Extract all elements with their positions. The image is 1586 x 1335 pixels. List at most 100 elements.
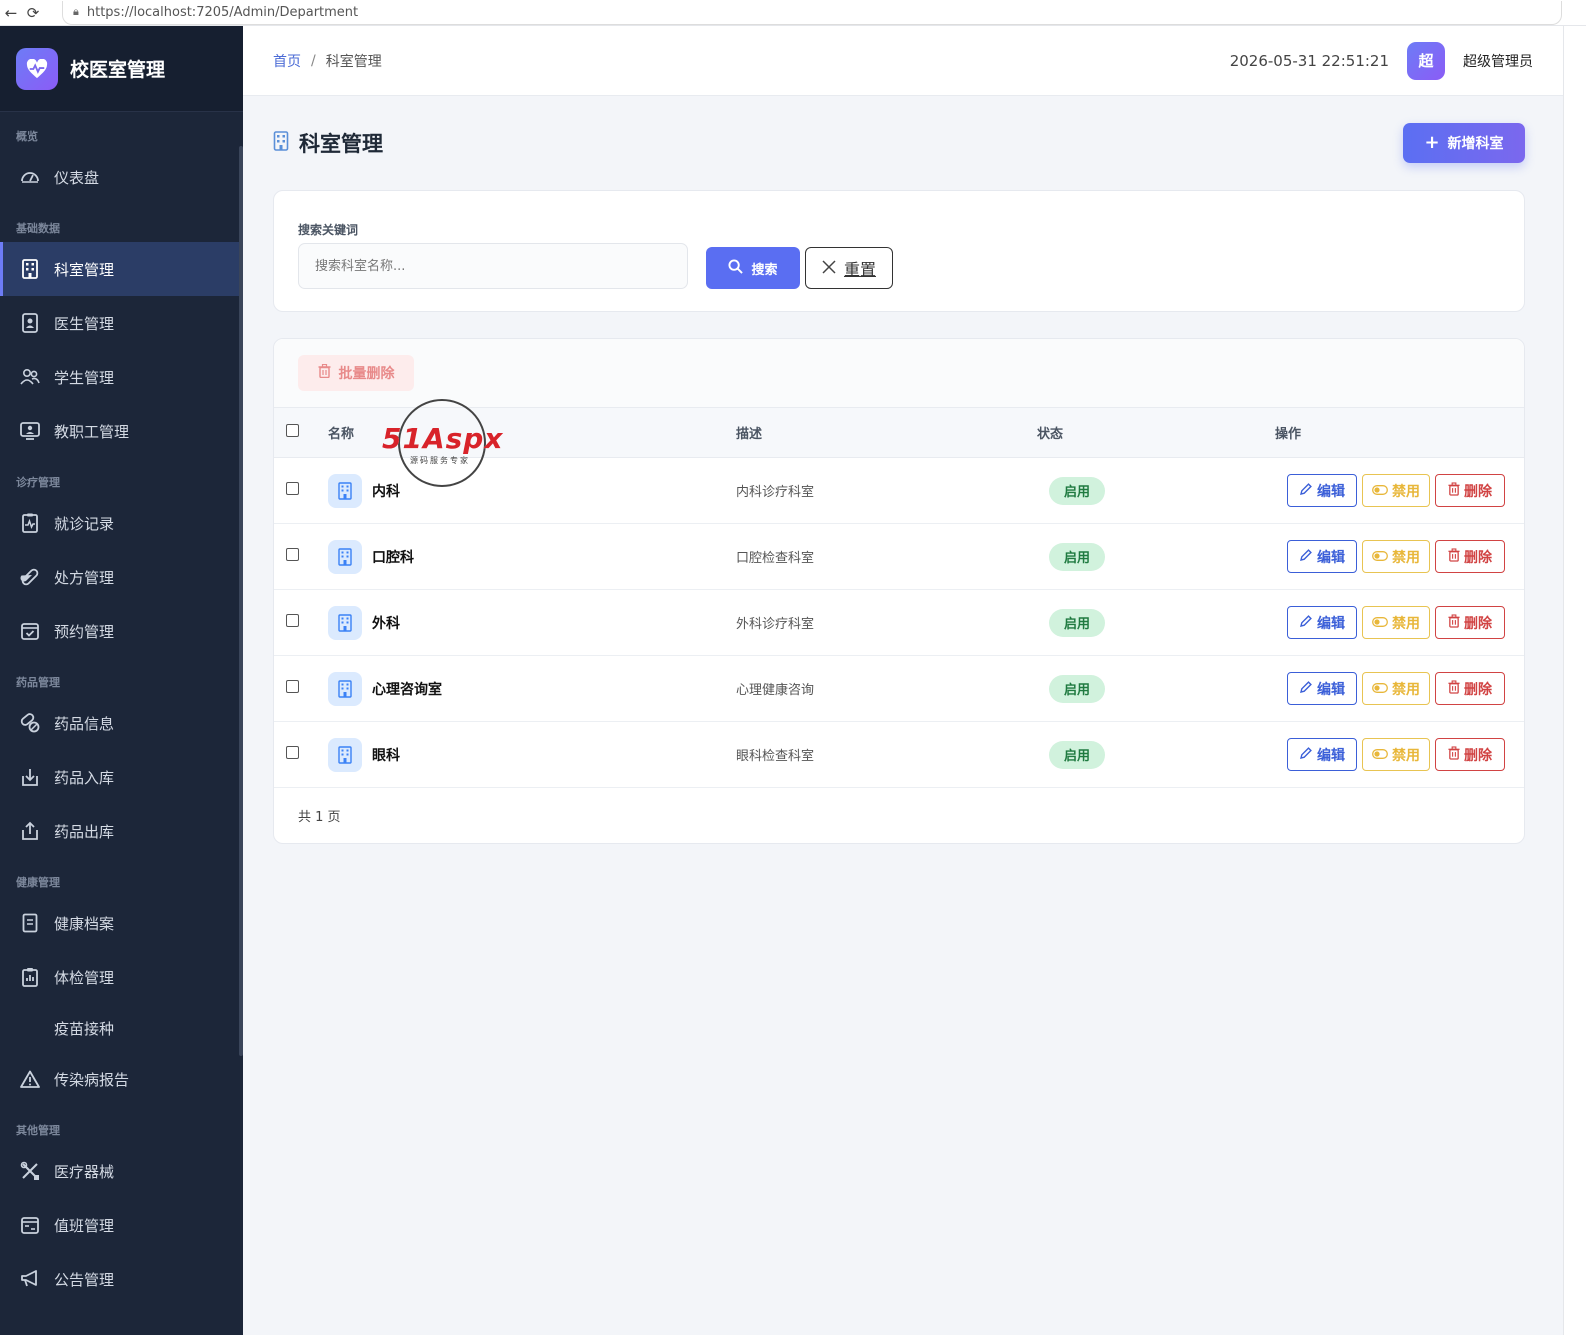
menu-group-health: 健康管理 <box>16 876 60 889</box>
table-row: 心理咨询室 心理健康咨询 启用 编辑 禁用 删除 <box>274 656 1524 722</box>
sidebar-item-duty[interactable]: 值班管理 <box>0 1198 243 1252</box>
sidebar-item-announcements[interactable]: 公告管理 <box>0 1252 243 1306</box>
breadcrumb-home-link[interactable]: 首页 <box>273 51 301 71</box>
edit-label: 编辑 <box>1317 549 1345 566</box>
sidebar: 校医室管理 概览 仪表盘 基础数据 科室管理 医生管理 学生管理 教职工管理 诊… <box>0 26 243 1335</box>
disable-button[interactable]: 禁用 <box>1362 672 1430 705</box>
warning-icon <box>20 1069 40 1089</box>
search-card: 搜索关键词 搜索 重置 <box>273 190 1525 312</box>
disable-button[interactable]: 禁用 <box>1362 474 1430 507</box>
sidebar-item-dashboard[interactable]: 仪表盘 <box>0 150 243 204</box>
trash-icon <box>318 363 331 382</box>
sidebar-item-visits[interactable]: 就诊记录 <box>0 496 243 550</box>
sidebar-item-doctors[interactable]: 医生管理 <box>0 296 243 350</box>
delete-button[interactable]: 删除 <box>1435 672 1505 705</box>
status-badge: 启用 <box>1049 740 1105 769</box>
back-icon[interactable]: ← <box>0 2 22 24</box>
delete-button[interactable]: 删除 <box>1435 540 1505 573</box>
sidebar-item-drug-outbound[interactable]: 药品出库 <box>0 804 243 858</box>
trash-icon <box>1448 547 1460 566</box>
delete-button[interactable]: 删除 <box>1435 606 1505 639</box>
sidebar-item-label: 科室管理 <box>54 260 115 279</box>
top-header: 首页 / 科室管理 2026-05-31 22:51:21 超 超级管理员 <box>243 26 1563 96</box>
table-row: 外科 外科诊疗科室 启用 编辑 禁用 删除 <box>274 590 1524 656</box>
username[interactable]: 超级管理员 <box>1463 51 1533 71</box>
sidebar-item-staff[interactable]: 教职工管理 <box>0 404 243 458</box>
inbound-icon <box>20 767 40 787</box>
sidebar-item-label: 预约管理 <box>54 622 115 641</box>
sidebar-item-label: 学生管理 <box>54 368 115 387</box>
delete-label: 删除 <box>1464 483 1492 500</box>
page-scrollbar[interactable] <box>1563 26 1586 1335</box>
sidebar-item-infectious-report[interactable]: 传染病报告 <box>0 1052 243 1106</box>
header-right: 2026-05-31 22:51:21 超 超级管理员 <box>1230 41 1533 80</box>
select-all-checkbox[interactable] <box>286 424 299 437</box>
delete-button[interactable]: 删除 <box>1435 474 1505 507</box>
department-description: 眼科检查科室 <box>736 749 815 764</box>
sidebar-item-label: 体检管理 <box>54 968 115 987</box>
search-button[interactable]: 搜索 <box>706 247 800 289</box>
sidebar-item-label: 处方管理 <box>54 568 115 587</box>
search-icon <box>728 258 744 278</box>
megaphone-icon <box>20 1269 40 1289</box>
page-title-row: 科室管理 + 新增科室 <box>273 122 1525 164</box>
search-label: 搜索关键词 <box>298 223 359 237</box>
toggle-icon <box>1372 747 1388 763</box>
disable-label: 禁用 <box>1392 483 1420 500</box>
sidebar-item-departments[interactable]: 科室管理 <box>0 242 243 296</box>
avatar[interactable]: 超 <box>1407 41 1445 80</box>
edit-button[interactable]: 编辑 <box>1287 672 1357 705</box>
edit-label: 编辑 <box>1317 747 1345 764</box>
edit-button[interactable]: 编辑 <box>1287 738 1357 771</box>
sidebar-scrollbar[interactable] <box>239 146 243 1056</box>
pencil-icon <box>1299 614 1313 632</box>
menu-group-treatment: 诊疗管理 <box>16 476 60 489</box>
address-bar[interactable]: 🔒︎ https://localhost:7205/Admin/Departme… <box>62 0 1562 25</box>
reset-button-label: 重置 <box>843 260 876 279</box>
edit-button[interactable]: 编辑 <box>1287 606 1357 639</box>
brand[interactable]: 校医室管理 <box>0 26 243 112</box>
sidebar-item-appointments[interactable]: 预约管理 <box>0 604 243 658</box>
menu-group-other: 其他管理 <box>16 1124 60 1137</box>
department-name: 口腔科 <box>372 549 414 566</box>
disable-button[interactable]: 禁用 <box>1362 540 1430 573</box>
reload-icon[interactable]: ⟳ <box>22 2 44 24</box>
sidebar-item-vaccination[interactable]: 疫苗接种 <box>0 1004 243 1052</box>
sidebar-item-health-records[interactable]: 健康档案 <box>0 896 243 950</box>
vaccine-icon <box>20 1018 40 1038</box>
row-checkbox[interactable] <box>286 482 299 495</box>
sidebar-item-drug-info[interactable]: 药品信息 <box>0 696 243 750</box>
search-input[interactable] <box>298 243 688 289</box>
delete-button[interactable]: 删除 <box>1435 738 1505 771</box>
sidebar-item-label: 健康档案 <box>54 914 115 933</box>
edit-label: 编辑 <box>1317 615 1345 632</box>
row-checkbox[interactable] <box>286 680 299 693</box>
sidebar-item-drug-inbound[interactable]: 药品入库 <box>0 750 243 804</box>
department-name-cell: 心理咨询室 <box>328 671 736 706</box>
pencil-icon <box>1299 548 1313 566</box>
page-title: 科室管理 <box>299 132 383 156</box>
row-checkbox[interactable] <box>286 746 299 759</box>
delete-label: 删除 <box>1464 549 1492 566</box>
capsule-icon <box>20 567 40 587</box>
row-actions: 编辑 禁用 删除 <box>1287 474 1524 507</box>
disable-button[interactable]: 禁用 <box>1362 606 1430 639</box>
reset-button[interactable]: 重置 <box>805 247 893 289</box>
sidebar-item-students[interactable]: 学生管理 <box>0 350 243 404</box>
building-icon <box>328 671 362 706</box>
file-icon <box>20 913 40 933</box>
department-name: 眼科 <box>372 747 400 764</box>
edit-button[interactable]: 编辑 <box>1287 540 1357 573</box>
department-description: 外科诊疗科室 <box>736 617 815 632</box>
row-checkbox[interactable] <box>286 548 299 561</box>
sidebar-item-physical-exam[interactable]: 体检管理 <box>0 950 243 1004</box>
sidebar-item-prescriptions[interactable]: 处方管理 <box>0 550 243 604</box>
sidebar-item-equipment[interactable]: 医疗器械 <box>0 1144 243 1198</box>
batch-delete-button[interactable]: 批量删除 <box>298 355 414 391</box>
row-checkbox[interactable] <box>286 614 299 627</box>
disable-button[interactable]: 禁用 <box>1362 738 1430 771</box>
edit-button[interactable]: 编辑 <box>1287 474 1357 507</box>
add-department-button[interactable]: + 新增科室 <box>1403 123 1525 163</box>
add-department-label: 新增科室 <box>1447 136 1504 152</box>
building-icon <box>328 605 362 640</box>
